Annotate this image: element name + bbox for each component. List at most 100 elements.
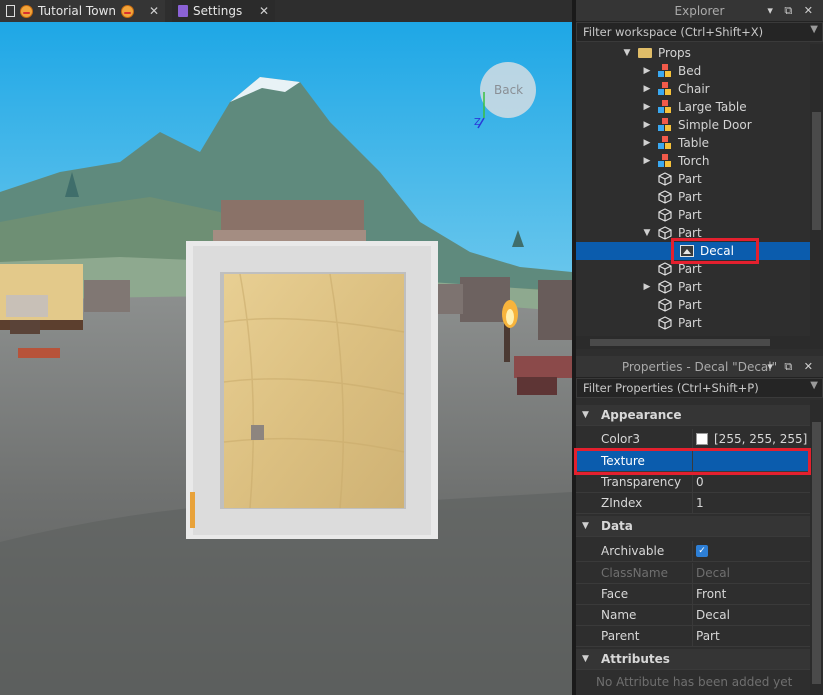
scrollbar-thumb[interactable] <box>590 339 770 346</box>
tree-item-label: Large Table <box>678 100 747 114</box>
chevron-down-icon[interactable]: ▼ <box>810 24 818 35</box>
chevron-right-icon[interactable]: ▶ <box>642 282 652 292</box>
game-viewport[interactable]: Back Z <box>0 22 572 695</box>
tree-item-chair[interactable]: ▶ Chair <box>576 80 810 98</box>
property-texture[interactable]: Texture <box>576 451 810 472</box>
panel-controls[interactable]: ▾ ⧉ ✕ <box>767 4 817 18</box>
property-name: Texture <box>601 454 645 468</box>
explorer-horizontal-scrollbar[interactable] <box>576 336 823 349</box>
part-icon <box>658 226 672 240</box>
column-separator <box>692 584 693 605</box>
column-separator <box>692 429 693 450</box>
folder-icon <box>638 48 652 58</box>
section-appearance[interactable]: ▼ Appearance <box>576 405 810 426</box>
chevron-right-icon[interactable]: ▶ <box>642 138 652 148</box>
close-icon[interactable]: ✕ <box>259 4 269 18</box>
tree-item-part[interactable]: ▶ Part <box>576 278 810 296</box>
property-zindex[interactable]: ZIndex 1 <box>576 493 810 514</box>
explorer-filter-input[interactable]: Filter workspace (Ctrl+Shift+X) ▼ <box>576 22 823 42</box>
property-value[interactable]: [255, 255, 255] <box>714 432 807 446</box>
tree-item-part[interactable]: Part <box>576 296 810 314</box>
tree-item-label: Part <box>678 316 702 330</box>
chevron-right-icon[interactable]: ▶ <box>642 120 652 130</box>
chevron-down-icon[interactable]: ▼ <box>582 410 589 420</box>
section-data[interactable]: ▼ Data <box>576 516 810 537</box>
property-value[interactable]: 0 <box>696 475 704 489</box>
tab-label: Tutorial Town <box>38 4 116 18</box>
section-attributes[interactable]: ▼ Attributes <box>576 649 810 670</box>
explorer-vertical-scrollbar[interactable] <box>810 44 823 336</box>
tree-item-part[interactable]: Part <box>576 188 810 206</box>
property-value[interactable]: 1 <box>696 496 704 510</box>
close-icon[interactable]: ✕ <box>149 4 159 18</box>
tree-item-part[interactable]: Part <box>576 314 810 332</box>
scrollbar-thumb[interactable] <box>812 422 821 684</box>
tree-item-large-table[interactable]: ▶ Large Table <box>576 98 810 116</box>
property-face[interactable]: Face Front <box>576 584 810 605</box>
archivable-checkbox[interactable]: ✓ <box>696 545 708 557</box>
properties-vertical-scrollbar[interactable] <box>810 400 823 695</box>
tree-item-label: Props <box>658 46 691 60</box>
part-icon <box>658 280 672 294</box>
property-name: Face <box>601 587 629 601</box>
chevron-down-icon[interactable]: ▼ <box>622 48 632 58</box>
part-icon <box>658 298 672 312</box>
property-value[interactable]: Part <box>696 629 720 643</box>
tree-item-part[interactable]: Part <box>576 206 810 224</box>
chevron-down-icon[interactable]: ▼ <box>642 228 652 238</box>
property-parent[interactable]: Parent Part <box>576 626 810 647</box>
model-icon <box>658 136 672 150</box>
tab-bar: Tutorial Town ✕ Settings ✕ <box>0 0 572 23</box>
model-icon <box>658 118 672 132</box>
chevron-down-icon[interactable]: ▼ <box>582 654 589 664</box>
tree-item-torch[interactable]: ▶ Torch <box>576 152 810 170</box>
script-icon <box>6 5 15 17</box>
explorer-tree: ▼ Props ▶ Bed ▶ Chair ▶ Large Table ▶ Si… <box>576 44 810 336</box>
tree-item-label: Part <box>678 172 702 186</box>
chevron-down-icon[interactable]: ▼ <box>582 521 589 531</box>
tree-item-decal[interactable]: Decal <box>576 242 810 260</box>
scene-render[interactable] <box>0 22 572 695</box>
section-label: Appearance <box>601 408 682 422</box>
script-icon <box>178 5 188 17</box>
properties-filter-placeholder: Filter Properties (Ctrl+Shift+P) <box>583 381 759 395</box>
explorer-title: Explorer <box>674 3 725 18</box>
axis-z-label: Z <box>474 117 481 128</box>
tree-item-bed[interactable]: ▶ Bed <box>576 62 810 80</box>
scrollbar-thumb[interactable] <box>812 112 821 230</box>
chevron-right-icon[interactable]: ▶ <box>642 84 652 94</box>
properties-title: Properties - Decal "Decal" <box>621 359 778 374</box>
properties-filter-input[interactable]: Filter Properties (Ctrl+Shift+P) ▼ <box>576 378 823 398</box>
property-name-field[interactable]: Name Decal <box>576 605 810 626</box>
decal-icon <box>680 245 694 257</box>
tab-settings[interactable]: Settings ✕ <box>172 0 275 22</box>
column-separator <box>692 451 693 472</box>
chevron-right-icon[interactable]: ▶ <box>642 156 652 166</box>
tree-item-table[interactable]: ▶ Table <box>576 134 810 152</box>
tree-item-part-expanded[interactable]: ▼ Part <box>576 224 810 242</box>
tree-item-label: Chair <box>678 82 710 96</box>
property-color3[interactable]: Color3 [255, 255, 255] <box>576 429 810 450</box>
tree-item-props[interactable]: ▼ Props <box>576 44 810 62</box>
color-swatch[interactable] <box>696 433 708 445</box>
attributes-empty-text: No Attribute has been added yet <box>596 674 793 689</box>
chevron-down-icon[interactable]: ▼ <box>810 380 818 391</box>
chevron-right-icon[interactable]: ▶ <box>642 66 652 76</box>
view-cube-label[interactable]: Back <box>494 83 523 97</box>
tree-item-part[interactable]: Part <box>576 260 810 278</box>
property-classname: ClassName Decal <box>576 563 810 584</box>
tree-item-label: Simple Door <box>678 118 752 132</box>
chevron-right-icon[interactable]: ▶ <box>642 102 652 112</box>
tree-item-label: Bed <box>678 64 702 78</box>
property-value[interactable]: Decal <box>696 608 730 622</box>
panel-controls[interactable]: ▾ ⧉ ✕ <box>767 360 817 374</box>
property-transparency[interactable]: Transparency 0 <box>576 472 810 493</box>
tree-item-part[interactable]: Part <box>576 170 810 188</box>
tab-tutorial-town[interactable]: Tutorial Town ✕ <box>0 0 165 22</box>
tree-item-simple-door[interactable]: ▶ Simple Door <box>576 116 810 134</box>
property-value[interactable]: Front <box>696 587 726 601</box>
properties-header: Properties - Decal "Decal" ▾ ⧉ ✕ <box>576 356 823 378</box>
section-label: Attributes <box>601 652 670 666</box>
column-separator <box>692 563 693 584</box>
property-archivable[interactable]: Archivable ✓ <box>576 541 810 562</box>
